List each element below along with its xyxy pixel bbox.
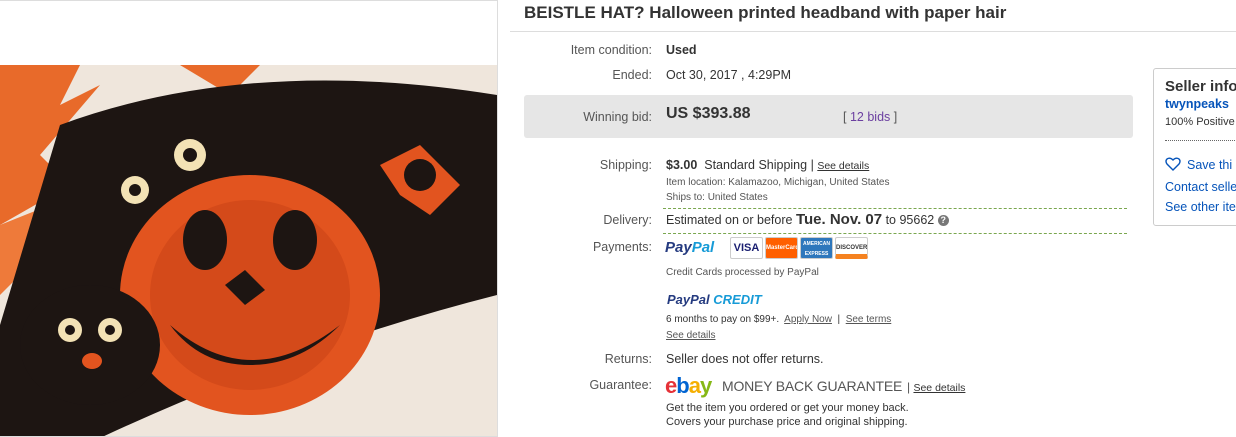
ebay-logo-b: b [676, 373, 689, 398]
terms-separator: | [837, 314, 841, 325]
winning-bid-amount: US $393.88 [666, 105, 751, 122]
delivery-prefix: Estimated on or before [666, 213, 793, 227]
mastercard-icon: MasterCard [765, 237, 798, 259]
help-icon[interactable]: ? [937, 215, 949, 227]
ebay-logo: ebay [665, 373, 712, 399]
paypal-see-details-link[interactable]: See details [666, 330, 715, 341]
seller-positive-feedback: 100% Positive [1165, 116, 1235, 128]
credit-cards-note: Credit Cards processed by PayPal [666, 267, 819, 278]
guarantee-line-1: Get the item you ordered or get your mon… [666, 402, 909, 414]
item-image-panel [0, 0, 498, 437]
see-other-items-link[interactable]: See other ite [1165, 200, 1236, 214]
ebay-logo-a: a [688, 373, 701, 398]
listing-title: BEISTLE HAT? Halloween printed headband … [524, 3, 1007, 22]
delivery-divider-top [663, 208, 1127, 209]
paypal-logo: PayPal [665, 239, 714, 256]
see-terms-link[interactable]: See terms [846, 314, 892, 325]
delivery-suffix: to 95662 [885, 213, 935, 227]
bid-count-close: ] [893, 110, 898, 124]
delivery-label: Delivery: [603, 213, 652, 227]
ppcredit-terms: 6 months to pay on $99+. [666, 314, 780, 325]
payments-label: Payments: [592, 240, 652, 254]
ended-value: Oct 30, 2017 , 4:29PM [666, 68, 792, 82]
bid-count: [ 12 bids ] [843, 110, 897, 124]
money-back-guarantee: MONEY BACK GUARANTEE [722, 378, 903, 394]
ended-label: Ended: [612, 68, 652, 82]
shipping-see-details-link[interactable]: See details [817, 160, 869, 172]
apply-now-link[interactable]: Apply Now [784, 314, 832, 325]
amex-card-icon: AMERICAN EXPRESS [800, 237, 833, 259]
save-seller-label: Save thi [1187, 158, 1233, 172]
paypal-logo-pal: Pal [691, 239, 715, 256]
condition-value: Used [666, 43, 697, 57]
shipping-line: $3.00 Standard Shipping | See details [666, 158, 869, 172]
guarantee-label: Guarantee: [589, 378, 652, 392]
returns-value: Seller does not offer returns. [666, 352, 824, 366]
returns-label: Returns: [604, 352, 652, 366]
guarantee-see-details-link[interactable]: See details [913, 382, 965, 394]
ebay-logo-e: e [665, 373, 677, 398]
shipping-cost: $3.00 [666, 158, 698, 172]
seller-divider [1165, 140, 1236, 141]
contact-seller-link[interactable]: Contact selle [1165, 180, 1236, 194]
item-location: Item location: Kalamazoo, Michigan, Unit… [666, 177, 890, 188]
bid-count-open: [ [843, 110, 847, 124]
image-top-blank [0, 1, 497, 65]
guarantee-separator: | [907, 380, 911, 394]
guarantee-links: | See details [907, 380, 965, 394]
bid-count-link[interactable]: 12 bids [850, 110, 890, 124]
winning-bid-label: Winning bid: [583, 110, 652, 124]
delivery-date: Tue. Nov. 07 [795, 211, 883, 228]
visa-card-icon: VISA [730, 237, 763, 259]
seller-info-title: Seller info [1165, 78, 1236, 95]
paypal-logo-pay: Pay [665, 239, 692, 256]
item-photo[interactable] [0, 65, 497, 437]
shipping-separator: | [810, 158, 814, 172]
paypal-credit-logo: PayPal CREDIT [667, 292, 762, 307]
save-seller-button[interactable]: Save thi [1165, 157, 1232, 172]
discover-card-icon: DISCOVER [835, 237, 868, 259]
title-divider [510, 31, 1236, 32]
ppcredit-logo-paypal: PayPal [667, 292, 710, 307]
seller-name-link[interactable]: twynpeaks [1165, 97, 1229, 111]
ships-to: Ships to: United States [666, 192, 768, 203]
shipping-method: Standard Shipping [704, 158, 808, 172]
guarantee-line-2: Covers your purchase price and original … [666, 416, 908, 428]
shipping-label: Shipping: [599, 158, 652, 172]
paypal-credit-terms-line: 6 months to pay on $99+. Apply Now | See… [666, 314, 891, 325]
ebay-logo-y: y [699, 373, 712, 398]
delivery-divider-bottom [663, 233, 1127, 234]
condition-label: Item condition: [570, 43, 652, 57]
heart-icon [1165, 157, 1181, 171]
ppcredit-logo-credit: CREDIT [713, 292, 762, 307]
delivery-line: Estimated on or before Tue. Nov. 07 to 9… [666, 211, 949, 228]
